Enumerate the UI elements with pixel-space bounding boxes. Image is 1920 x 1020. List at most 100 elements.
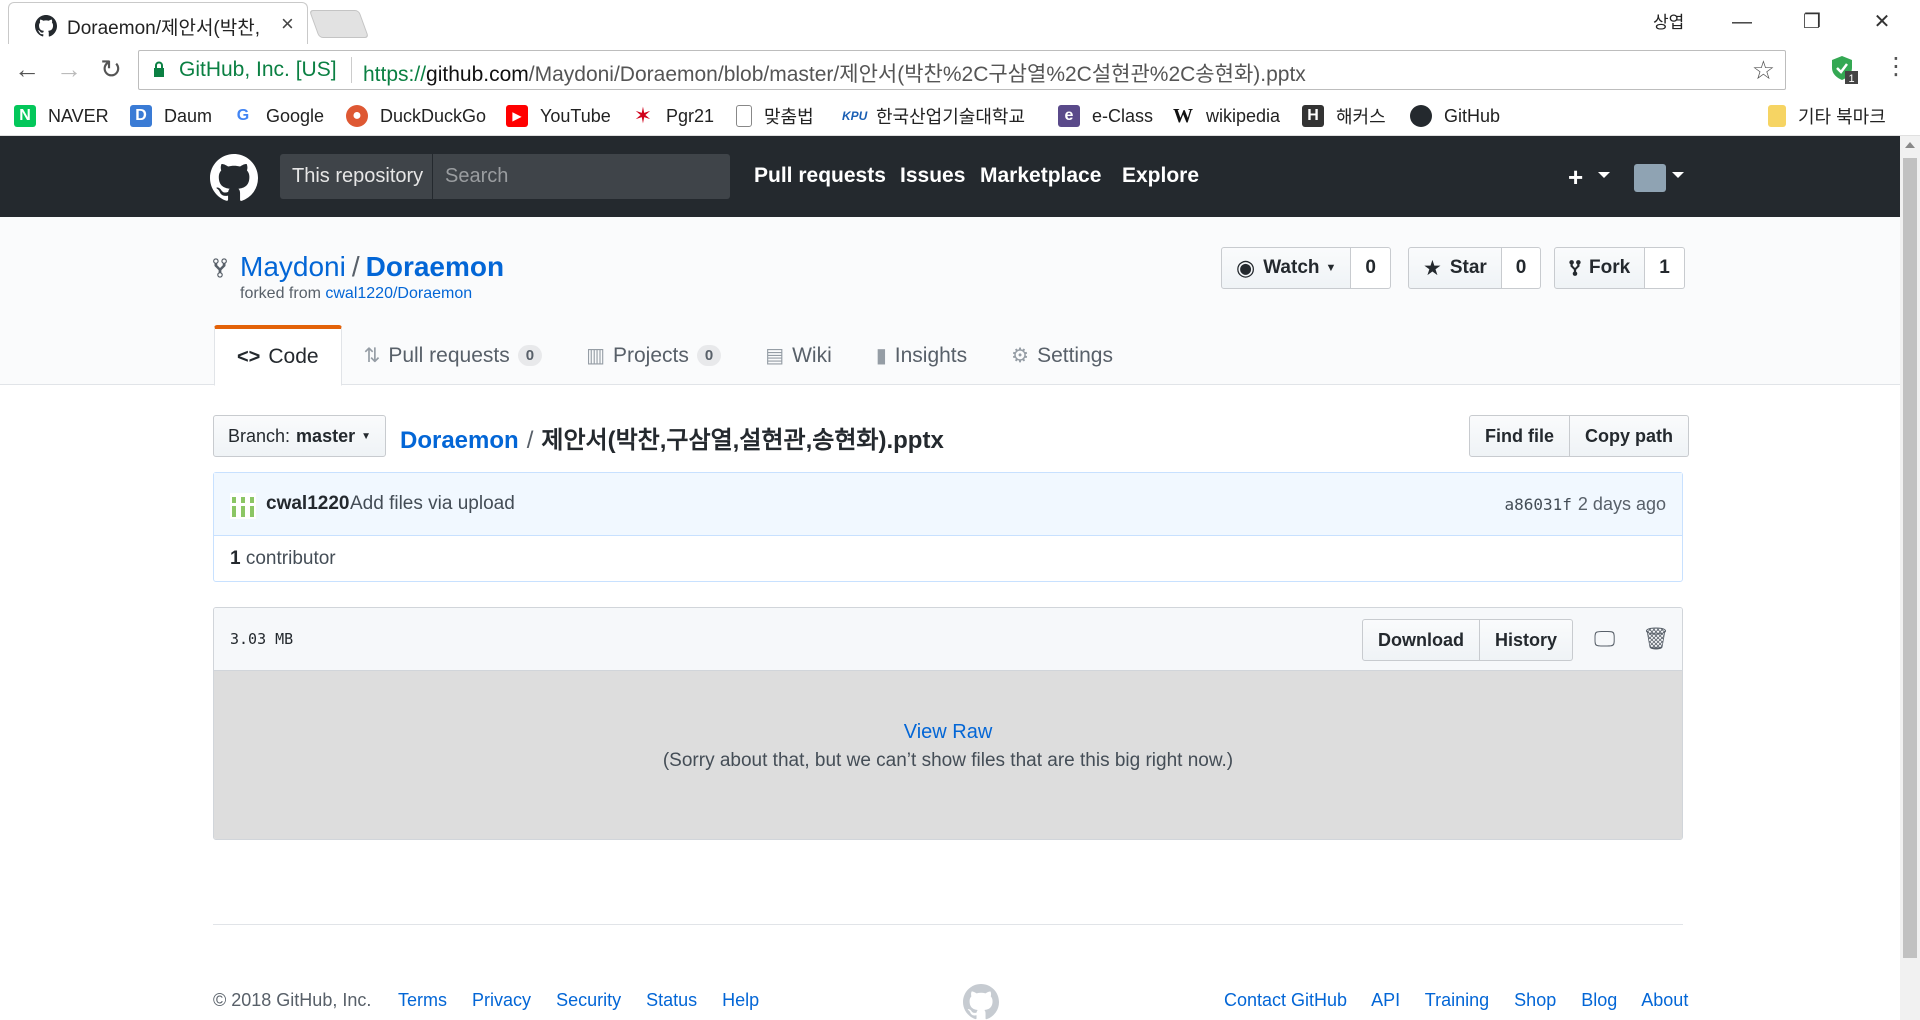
tab-projects[interactable]: ▥ Projects 0: [564, 325, 743, 386]
tab-settings[interactable]: ⚙ Settings: [989, 325, 1135, 386]
footer-link-training[interactable]: Training: [1425, 990, 1489, 1010]
branch-name: master: [296, 425, 356, 446]
tab-title: Doraemon/제안서(박찬,: [67, 18, 260, 39]
fork-button[interactable]: Fork: [1554, 247, 1646, 289]
chrome-menu-icon[interactable]: ⋮: [1884, 52, 1908, 81]
avatar[interactable]: [1634, 164, 1666, 192]
star-button[interactable]: ★ Star: [1408, 247, 1502, 289]
forked-from-link[interactable]: cwal1220/Doraemon: [325, 285, 472, 302]
footer-link-api[interactable]: API: [1371, 990, 1400, 1010]
watch-count[interactable]: 0: [1351, 247, 1391, 289]
download-button[interactable]: Download: [1362, 619, 1480, 661]
other-bookmarks-label: 기타 북마크: [1798, 107, 1886, 127]
extension-shield-icon[interactable]: 1: [1830, 54, 1858, 84]
nav-pull-requests[interactable]: Pull requests: [754, 164, 886, 188]
bookmark-wikipedia[interactable]: Wwikipedia: [1172, 102, 1280, 130]
scrollbar-thumb[interactable]: [1903, 158, 1917, 958]
commit-message[interactable]: Add files via upload: [350, 493, 515, 515]
tab-code[interactable]: <> Code: [214, 325, 342, 386]
footer-link-shop[interactable]: Shop: [1514, 990, 1556, 1010]
footer-link-terms[interactable]: Terms: [398, 990, 447, 1010]
create-new-icon[interactable]: +: [1568, 162, 1583, 193]
footer-link-security[interactable]: Security: [556, 990, 621, 1010]
trash-icon[interactable]: 🗑: [1642, 626, 1670, 652]
commit-tease: cwal1220 Add files via upload a86031f 2 d…: [213, 472, 1683, 582]
commit-author[interactable]: cwal1220: [266, 493, 349, 515]
breadcrumb: Doraemon / 제안서(박찬,구삼열,설현관,송현화).pptx: [400, 420, 944, 455]
url-text[interactable]: https://github.com/Maydoni/Doraemon/blob…: [363, 58, 1306, 88]
bookmark-spelling[interactable]: 맞춤법: [736, 102, 814, 130]
footer-link-help[interactable]: Help: [722, 990, 759, 1010]
bookmark-naver[interactable]: N NAVER: [14, 102, 109, 130]
footer-link-contact[interactable]: Contact GitHub: [1224, 990, 1347, 1010]
tab-pull-requests[interactable]: ⇅ Pull requests 0: [342, 325, 565, 386]
copy-path-button[interactable]: Copy path: [1570, 415, 1689, 457]
other-bookmarks[interactable]: 기타 북마크: [1768, 102, 1886, 130]
star-label: Star: [1449, 257, 1487, 278]
back-icon[interactable]: ←: [10, 54, 44, 85]
commit-sha[interactable]: a86031f: [1504, 495, 1571, 514]
latest-commit: cwal1220 Add files via upload a86031f 2 d…: [214, 473, 1682, 536]
bookmark-kpu[interactable]: KPU 한국산업기술대학교: [842, 102, 1025, 130]
bookmark-duckduckgo[interactable]: ● DuckDuckGo: [346, 102, 486, 130]
bookmark-label: 맞춤법: [764, 107, 814, 127]
scroll-up-icon[interactable]: [1905, 142, 1915, 148]
contributors[interactable]: 1 contributor: [214, 536, 1682, 582]
nav-issues[interactable]: Issues: [900, 164, 965, 188]
nav-marketplace[interactable]: Marketplace: [980, 164, 1101, 188]
bookmark-label: Pgr21: [666, 105, 715, 126]
new-tab-button[interactable]: [308, 10, 370, 38]
bookmark-pgr21[interactable]: ✶ Pgr21: [632, 102, 714, 130]
bookmark-label: Daum: [164, 105, 213, 126]
bookmark-daum[interactable]: D Daum: [130, 102, 212, 130]
restore-icon[interactable]: ❐: [1782, 4, 1842, 40]
bookmark-youtube[interactable]: ▶ YouTube: [506, 102, 611, 130]
star-count[interactable]: 0: [1501, 247, 1542, 289]
bookmark-google[interactable]: G Google: [232, 102, 324, 130]
duckduckgo-icon: ●: [346, 105, 368, 127]
tab-counter: 0: [517, 345, 543, 366]
desktop-icon[interactable]: 🖵: [1594, 626, 1615, 652]
bookmark-star-icon[interactable]: ☆: [1752, 55, 1775, 86]
tab-label: Insights: [894, 343, 968, 367]
page-icon: [736, 105, 752, 127]
footer-link-blog[interactable]: Blog: [1581, 990, 1617, 1010]
chevron-down-icon: [1598, 172, 1610, 178]
tab-wiki[interactable]: ▤ Wiki: [743, 325, 854, 386]
tab-close-icon[interactable]: ×: [281, 11, 294, 37]
footer-link-about[interactable]: About: [1641, 990, 1688, 1010]
bookmark-label: e-Class: [1092, 105, 1154, 126]
address-bar[interactable]: GitHub, Inc. [US] https://github.com/May…: [138, 50, 1786, 90]
breadcrumb-slash: /: [526, 427, 534, 454]
browser-tab[interactable]: Doraemon/제안서(박찬, ×: [8, 2, 308, 44]
nav-explore[interactable]: Explore: [1122, 164, 1199, 188]
branch-select[interactable]: Branch: master ▼: [213, 415, 386, 457]
scrollbar[interactable]: [1900, 136, 1920, 1020]
reload-icon[interactable]: ↻: [94, 54, 128, 85]
bookmark-github[interactable]: GitHub: [1410, 102, 1500, 130]
bookmark-eclass[interactable]: e e-Class: [1058, 102, 1153, 130]
bookmark-hackers[interactable]: H 해커스: [1302, 102, 1386, 130]
repo-name-link[interactable]: Doraemon: [366, 251, 504, 282]
forked-from: forked from cwal1220/Doraemon: [240, 285, 472, 303]
github-logo-icon[interactable]: [963, 984, 999, 1020]
search-input[interactable]: Search: [432, 154, 730, 199]
forward-icon[interactable]: →: [52, 54, 86, 85]
watch-button[interactable]: ◉ Watch ▼: [1221, 247, 1352, 289]
history-button[interactable]: History: [1480, 619, 1574, 661]
breadcrumb-repo-link[interactable]: Doraemon: [400, 427, 519, 454]
tab-insights[interactable]: ▮ Insights: [854, 325, 989, 386]
view-raw-link[interactable]: View Raw: [214, 721, 1682, 744]
tab-label: Projects: [612, 343, 689, 367]
fork-count[interactable]: 1: [1645, 247, 1685, 289]
avatar[interactable]: [230, 493, 256, 519]
repo-owner-link[interactable]: Maydoni: [240, 251, 346, 282]
github-logo-icon[interactable]: [210, 154, 258, 202]
footer-link-privacy[interactable]: Privacy: [472, 990, 531, 1010]
profile-name[interactable]: 상엽: [1653, 8, 1684, 33]
window-close-icon[interactable]: ✕: [1852, 4, 1912, 40]
footer-link-status[interactable]: Status: [646, 990, 697, 1010]
find-file-button[interactable]: Find file: [1469, 415, 1570, 457]
minimize-icon[interactable]: —: [1712, 4, 1772, 40]
repo-tabs: <> Code ⇅ Pull requests 0 ▥ Projects 0 ▤ Wiki …: [214, 325, 1135, 386]
